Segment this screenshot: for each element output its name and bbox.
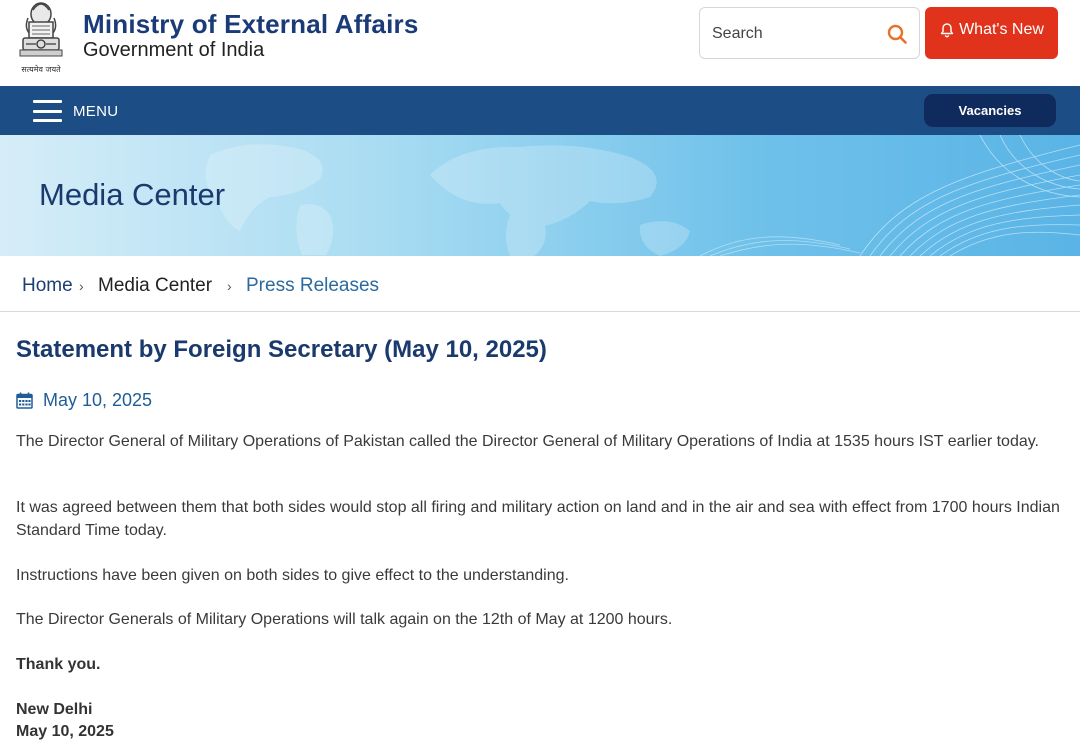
article-date: May 10, 2025 — [43, 390, 153, 410]
breadcrumb-separator: › — [227, 278, 232, 294]
page-banner: Media Center — [0, 135, 1080, 256]
vacancies-button[interactable]: Vacancies — [924, 94, 1056, 127]
search-input[interactable] — [712, 22, 872, 46]
article-headline: Statement by Foreign Secretary (May 10, … — [16, 336, 547, 363]
search-box — [699, 7, 920, 59]
search-icon[interactable] — [886, 23, 908, 45]
menu-button[interactable]: MENU — [33, 98, 118, 124]
article-date-row: May 10, 2025 — [16, 390, 152, 411]
breadcrumb-current-page[interactable]: Press Releases — [246, 275, 379, 297]
whats-new-button[interactable]: What's New — [925, 7, 1058, 59]
site-subtitle: Government of India — [83, 39, 265, 61]
article-paragraph: Instructions have been given on both sid… — [16, 567, 569, 584]
hamburger-icon — [33, 100, 62, 122]
article-signoff-date: May 10, 2025 — [16, 723, 114, 740]
article-place: New Delhi — [16, 701, 93, 718]
menu-label: MENU — [73, 102, 119, 120]
breadcrumb: Home › Media Center › Press Releases — [0, 256, 1080, 312]
article-paragraph: It was agreed between them that both sid… — [16, 499, 1060, 539]
breadcrumb-media-center-link[interactable]: Media Center — [98, 275, 212, 297]
breadcrumb-separator: › — [79, 278, 84, 294]
main-navbar: MENU Vacancies — [0, 86, 1080, 135]
whats-new-label: What's New — [959, 21, 1044, 38]
site-header: सत्यमेव जयते Ministry of External Affair… — [0, 0, 1080, 86]
banner-title: Media Center — [39, 177, 226, 212]
calendar-icon — [16, 392, 33, 409]
bell-icon — [940, 23, 954, 38]
breadcrumb-home-link[interactable]: Home — [22, 275, 73, 297]
article-paragraph: The Director Generals of Military Operat… — [16, 611, 673, 628]
emblem-caption: सत्यमेव जयते — [21, 65, 61, 74]
article-paragraph: The Director General of Military Operati… — [16, 433, 1039, 450]
article-closing: Thank you. — [16, 656, 101, 673]
site-title[interactable]: Ministry of External Affairs — [83, 9, 419, 40]
